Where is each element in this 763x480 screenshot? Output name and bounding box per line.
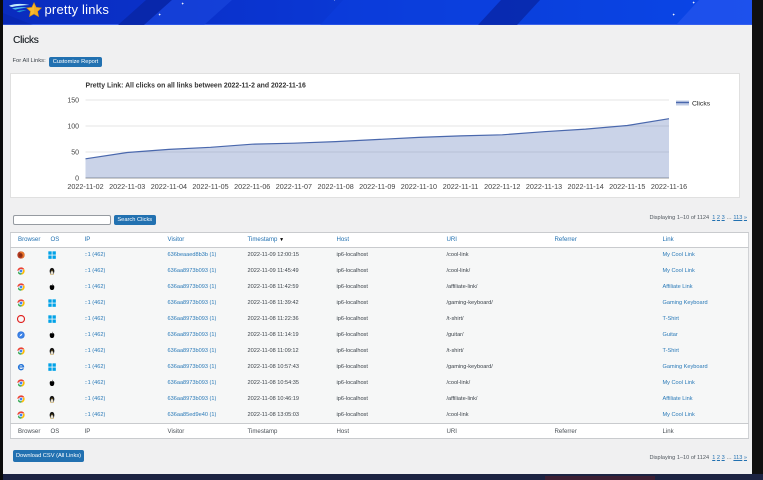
svg-text:50: 50 — [71, 150, 79, 157]
svg-text:2022-11-09: 2022-11-09 — [359, 182, 395, 191]
svg-text:2022-11-03: 2022-11-03 — [109, 182, 145, 191]
svg-text:100: 100 — [67, 124, 79, 131]
svg-text:2022-11-08: 2022-11-08 — [317, 182, 353, 191]
svg-text:2022-11-13: 2022-11-13 — [526, 182, 562, 191]
svg-text:2022-11-07: 2022-11-07 — [276, 182, 312, 191]
svg-text:2022-11-15: 2022-11-15 — [609, 182, 645, 191]
svg-text:2022-11-06: 2022-11-06 — [234, 182, 270, 191]
svg-text:2022-11-12: 2022-11-12 — [484, 182, 520, 191]
svg-text:2022-11-16: 2022-11-16 — [651, 182, 687, 191]
svg-text:2022-11-11: 2022-11-11 — [443, 182, 479, 191]
svg-text:Pretty Link: All clicks on all: Pretty Link: All clicks on all links bet… — [86, 83, 307, 90]
svg-text:Clicks: Clicks — [692, 101, 711, 108]
svg-text:2022-11-04: 2022-11-04 — [151, 182, 187, 191]
svg-text:150: 150 — [67, 98, 79, 105]
svg-text:2022-11-02: 2022-11-02 — [67, 182, 103, 191]
svg-text:2022-11-10: 2022-11-10 — [401, 182, 437, 191]
svg-text:2022-11-14: 2022-11-14 — [567, 182, 603, 191]
svg-text:2022-11-05: 2022-11-05 — [192, 182, 228, 191]
